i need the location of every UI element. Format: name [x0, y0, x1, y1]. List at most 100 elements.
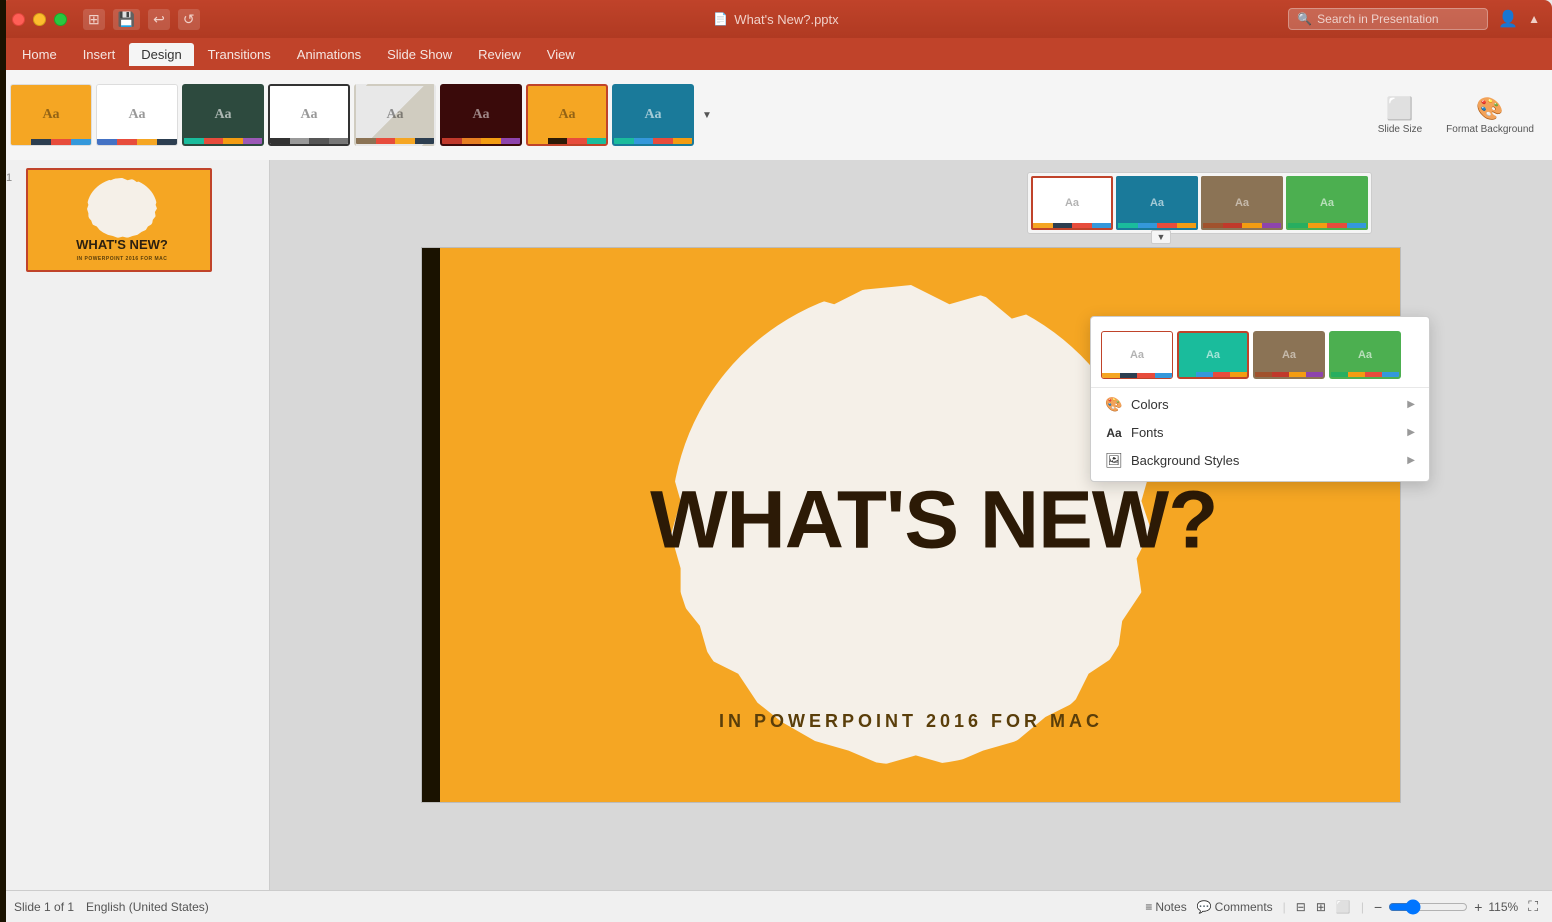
theme-label-1: Aa [42, 107, 59, 123]
slide-main-title: WHAT'S NEW? [650, 481, 1217, 559]
comments-label: Comments [1215, 900, 1273, 914]
zoom-in-button[interactable]: + [1474, 899, 1482, 915]
minimize-button[interactable] [33, 13, 46, 26]
fonts-label: Fonts [1131, 425, 1164, 440]
tab-animations[interactable]: Animations [285, 43, 373, 66]
comments-button[interactable]: 💬 Comments [1197, 900, 1273, 914]
account-icon[interactable]: 👤 [1498, 9, 1518, 29]
theme-label-3: Aa [214, 107, 231, 123]
slide-size-icon: ⬜ [1386, 96, 1413, 122]
language-info: English (United States) [86, 900, 209, 914]
slide-panel: 1 WHAT'S NEW? IN POWERPOINT 2016 FOR MAC [0, 160, 270, 890]
dropdown-thumb-3[interactable]: Aa [1253, 331, 1325, 379]
notes-label: Notes [1155, 900, 1186, 914]
comments-icon: 💬 [1197, 900, 1212, 914]
document-title: What's New?.pptx [734, 12, 838, 27]
dropdown-thumb-1[interactable]: Aa [1101, 331, 1173, 379]
colors-icon: 🎨 [1105, 396, 1123, 413]
search-input[interactable] [1317, 12, 1467, 26]
file-icon: 📄 [713, 12, 728, 26]
theme-dropdown: Aa Aa Aa Aa 🎨 [1090, 316, 1430, 482]
tab-slideshow[interactable]: Slide Show [375, 43, 464, 66]
ribbon-toggle-icon[interactable]: ▲ [1528, 12, 1540, 26]
dropdown-thumb-label-3: Aa [1282, 349, 1296, 361]
ribbon-content: Aa Aa Aa Aa Aa [0, 70, 1552, 160]
top-themes-extra: Aa Aa Aa Aa [1027, 172, 1372, 234]
dropdown-item-background-styles[interactable]: 🖼 Background Styles ▶ [1091, 446, 1429, 475]
theme-label-4: Aa [300, 107, 317, 123]
dropdown-thumb-2[interactable]: Aa [1177, 331, 1249, 379]
dropdown-item-colors[interactable]: 🎨 Colors ▶ [1091, 390, 1429, 419]
window-controls-group: ⊞ 💾 ↩ ↺ [12, 9, 200, 30]
slide-size-button[interactable]: ⬜ Slide Size [1370, 92, 1430, 139]
tab-view[interactable]: View [535, 43, 587, 66]
format-background-button[interactable]: 🎨 Format Background [1438, 92, 1542, 139]
close-button[interactable] [12, 13, 25, 26]
theme-label-5: Aa [386, 107, 403, 123]
view-reading-button[interactable]: ⬜ [1336, 900, 1351, 914]
zoom-out-button[interactable]: − [1374, 899, 1382, 915]
tab-review[interactable]: Review [466, 43, 533, 66]
theme-thumb-3[interactable]: Aa [182, 84, 264, 146]
notes-button[interactable]: ≡ Notes [1145, 900, 1186, 914]
tab-transitions[interactable]: Transitions [196, 43, 283, 66]
slide-subtitle: IN POWERPOINT 2016 FOR MAC [719, 711, 1103, 732]
themes-dropdown-arrow[interactable]: ▼ [1151, 230, 1171, 244]
fonts-chevron: ▶ [1407, 427, 1415, 438]
slide-left-bar [422, 248, 440, 802]
slide-info: Slide 1 of 1 [14, 900, 74, 914]
extra-thumb-3[interactable]: Aa [1201, 176, 1283, 230]
slide-thumb-title: WHAT'S NEW? [76, 238, 168, 252]
slide-number-1: 1 [6, 168, 20, 184]
slide-thumbnail-1[interactable]: WHAT'S NEW? IN POWERPOINT 2016 FOR MAC [26, 168, 212, 272]
theme-label-7: Aa [558, 107, 575, 123]
dropdown-thumb-4[interactable]: Aa [1329, 331, 1401, 379]
fullscreen-button[interactable] [54, 13, 67, 26]
theme-thumb-7[interactable]: Aa [526, 84, 608, 146]
theme-label-8: Aa [644, 107, 661, 123]
save-button[interactable]: 💾 [113, 9, 140, 30]
bg-styles-item-left: 🖼 Background Styles [1105, 452, 1239, 469]
colors-item-left: 🎨 Colors [1105, 396, 1169, 413]
fit-screen-button[interactable]: ⛶ [1528, 898, 1538, 915]
zoom-slider[interactable] [1388, 899, 1468, 915]
theme-thumb-6[interactable]: Aa [440, 84, 522, 146]
theme-label-2: Aa [128, 107, 145, 123]
dropdown-divider-1 [1091, 387, 1429, 388]
search-box[interactable]: 🔍 [1288, 8, 1488, 30]
tab-home[interactable]: Home [10, 43, 69, 66]
themes-more-button[interactable]: ▼ [698, 84, 716, 146]
dropdown-thumb-label-4: Aa [1358, 349, 1372, 361]
tab-design[interactable]: Design [129, 43, 193, 66]
extra-thumb-1[interactable]: Aa [1031, 176, 1113, 230]
bg-styles-label: Background Styles [1131, 453, 1239, 468]
customize-toolbar-button[interactable]: ⊞ [83, 9, 105, 30]
redo-button[interactable]: ↺ [178, 9, 200, 30]
tab-insert[interactable]: Insert [71, 43, 128, 66]
theme-label-6: Aa [472, 107, 489, 123]
ribbon-right: ⬜ Slide Size 🎨 Format Background [1370, 92, 1542, 139]
status-divider-2: | [1361, 900, 1364, 914]
view-grid-button[interactable]: ⊞ [1316, 900, 1326, 914]
bg-styles-icon: 🖼 [1105, 452, 1123, 469]
theme-thumb-4[interactable]: Aa [268, 84, 350, 146]
dropdown-thumb-label-2: Aa [1206, 349, 1220, 361]
extra-thumb-2[interactable]: Aa [1116, 176, 1198, 230]
slide-size-label: Slide Size [1378, 124, 1422, 135]
theme-thumb-1[interactable]: Aa [10, 84, 92, 146]
fonts-item-left: Aa Fonts [1105, 425, 1164, 440]
theme-thumb-8[interactable]: Aa [612, 84, 694, 146]
undo-button[interactable]: ↩ [148, 9, 170, 30]
dropdown-item-fonts[interactable]: Aa Fonts ▶ [1091, 419, 1429, 446]
status-bar-right: ≡ Notes 💬 Comments | ⊟ ⊞ ⬜ | − + 115% ⛶ [1145, 898, 1538, 915]
zoom-level: 115% [1488, 900, 1518, 914]
colors-label: Colors [1131, 397, 1169, 412]
theme-thumb-5[interactable]: Aa [354, 84, 436, 146]
title-bar-right: 🔍 👤 ▲ [1288, 8, 1540, 30]
theme-thumb-2[interactable]: Aa [96, 84, 178, 146]
view-normal-button[interactable]: ⊟ [1296, 900, 1306, 914]
extra-thumb-4[interactable]: Aa [1286, 176, 1368, 230]
slide-thumb-subtitle: IN POWERPOINT 2016 FOR MAC [77, 256, 168, 262]
app-body: 1 WHAT'S NEW? IN POWERPOINT 2016 FOR MAC… [0, 160, 1552, 890]
format-background-icon: 🎨 [1476, 96, 1503, 122]
